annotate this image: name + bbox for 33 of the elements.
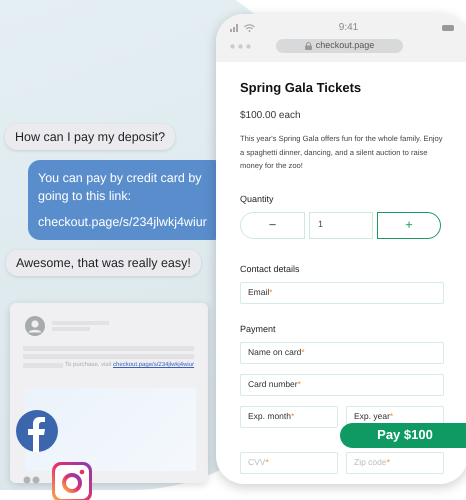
pay-button[interactable]: Pay $100 bbox=[340, 422, 466, 448]
required-mark: * bbox=[265, 456, 269, 469]
chat-bubble: How can I pay my deposit? bbox=[5, 124, 176, 150]
wifi-icon bbox=[244, 24, 255, 32]
increment-button[interactable]: + bbox=[377, 212, 441, 238]
required-mark: * bbox=[301, 346, 305, 359]
required-mark: * bbox=[390, 410, 394, 423]
message-text: You can pay by credit card by going to this link: bbox=[38, 170, 203, 206]
required-mark: * bbox=[269, 286, 273, 299]
required-mark: * bbox=[291, 410, 294, 423]
input-field[interactable]: Exp. month* bbox=[240, 406, 338, 428]
input-field[interactable]: Name on card* bbox=[240, 342, 444, 364]
avatar-icon bbox=[25, 316, 45, 336]
quantity-field[interactable]: 1 bbox=[309, 212, 373, 238]
section-heading: Contact details bbox=[240, 262, 301, 276]
instagram-icon bbox=[52, 462, 92, 500]
lock-icon bbox=[304, 42, 312, 50]
signal-icon bbox=[230, 24, 240, 32]
price-text: $100.00 each bbox=[240, 109, 302, 123]
dots-icon bbox=[230, 44, 252, 48]
input-field[interactable]: Card number* bbox=[240, 374, 444, 396]
address-bar[interactable]: checkout.page bbox=[276, 39, 403, 53]
required-mark: * bbox=[386, 456, 390, 469]
section-heading: Quantity bbox=[240, 192, 275, 206]
section-heading: Payment bbox=[240, 322, 277, 336]
chat-bubble: Awesome, that was really easy! bbox=[6, 250, 201, 276]
decrement-button[interactable]: − bbox=[240, 212, 305, 238]
required-mark: * bbox=[298, 378, 301, 391]
battery-icon bbox=[442, 24, 454, 30]
status-time: 9:41 bbox=[338, 21, 358, 35]
page-title: Spring Gala Tickets bbox=[240, 80, 362, 96]
input-field[interactable]: Email* bbox=[240, 282, 444, 304]
facebook-icon bbox=[16, 410, 58, 452]
